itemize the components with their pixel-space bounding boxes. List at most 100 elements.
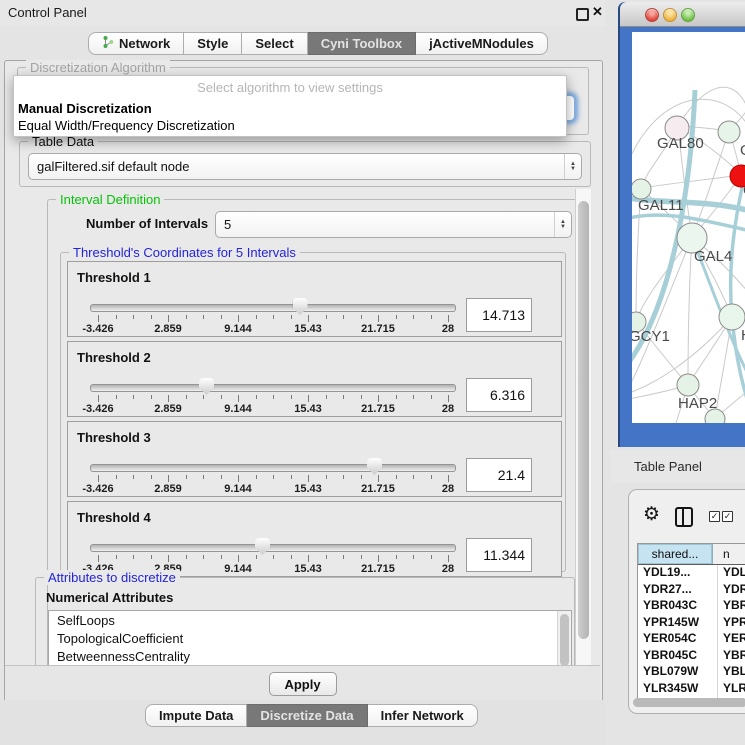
algorithm-option-equal-width-frequency-discretization[interactable]: Equal Width/Frequency Discretization bbox=[14, 117, 566, 134]
panel-scrollbar[interactable] bbox=[575, 189, 591, 665]
slider-thumb[interactable] bbox=[367, 458, 382, 475]
table-header-row: shared...n bbox=[638, 544, 745, 565]
tab-select[interactable]: Select bbox=[242, 32, 307, 55]
table-data-combobox[interactable]: galFiltered.sif default node ▲▼ bbox=[28, 153, 582, 180]
tab-impute-data[interactable]: Impute Data bbox=[145, 704, 247, 727]
cell-name[interactable]: YLR3 bbox=[718, 681, 745, 698]
tick-mark bbox=[116, 555, 117, 559]
tick-label: 2.859 bbox=[154, 483, 182, 495]
table-row[interactable]: YBL079WYBL0 bbox=[638, 664, 745, 681]
cell-name[interactable]: YBR0 bbox=[718, 648, 745, 665]
network-edge[interactable] bbox=[641, 175, 741, 188]
threshold-label: Threshold 1 bbox=[77, 270, 151, 285]
column-header-n[interactable]: n bbox=[713, 544, 745, 564]
scrollbar-thumb[interactable] bbox=[560, 614, 569, 665]
network-node[interactable] bbox=[677, 374, 699, 396]
cell-name[interactable]: YER0 bbox=[718, 631, 745, 648]
table-row[interactable]: YDR27...YDR2 bbox=[638, 582, 745, 599]
cell-shared-name[interactable]: YER054C bbox=[638, 631, 718, 648]
tick-mark bbox=[326, 315, 327, 319]
cell-name[interactable]: YDR2 bbox=[718, 582, 745, 599]
cell-shared-name[interactable]: YPR145W bbox=[638, 615, 718, 632]
float-window-icon[interactable] bbox=[576, 8, 589, 21]
tab-jactivemnodules[interactable]: jActiveMNodules bbox=[416, 32, 548, 55]
network-window-titlebar[interactable] bbox=[620, 2, 745, 27]
scrollbar-thumb[interactable] bbox=[578, 201, 589, 639]
tick-mark bbox=[448, 395, 449, 402]
zoom-traffic-light-icon[interactable] bbox=[681, 8, 695, 22]
tick-label: 28 bbox=[442, 563, 454, 575]
cell-shared-name[interactable]: YLR345W bbox=[638, 681, 718, 698]
table-panel-title: Table Panel bbox=[634, 459, 702, 474]
threshold-value-field[interactable]: 6.316 bbox=[466, 378, 532, 412]
network-edge[interactable] bbox=[632, 237, 692, 387]
attribute-item-topologicalcoefficient[interactable]: TopologicalCoefficient bbox=[49, 629, 571, 647]
cell-name[interactable]: YPR1 bbox=[718, 615, 745, 632]
cell-shared-name[interactable]: YBL079W bbox=[638, 664, 718, 681]
attribute-item-betweennesscentrality[interactable]: BetweennessCentrality bbox=[49, 647, 571, 665]
checkbox-icon[interactable]: ✓ bbox=[709, 511, 720, 522]
tab-discretize-data[interactable]: Discretize Data bbox=[247, 704, 367, 727]
apply-button[interactable]: Apply bbox=[269, 672, 337, 696]
tab-cyni-toolbox[interactable]: Cyni Toolbox bbox=[308, 32, 416, 55]
cell-name[interactable]: YDL1 bbox=[718, 565, 745, 582]
table-row[interactable]: YER054CYER0 bbox=[638, 631, 745, 648]
column-header-shared-[interactable]: shared... bbox=[638, 544, 713, 564]
close-traffic-light-icon[interactable] bbox=[645, 8, 659, 22]
network-edge[interactable] bbox=[688, 237, 692, 385]
network-node[interactable] bbox=[632, 179, 651, 199]
table-horizontal-scrollbar[interactable] bbox=[633, 698, 745, 707]
threshold-value-field[interactable]: 21.4 bbox=[466, 458, 532, 492]
tick-label: 2.859 bbox=[154, 403, 182, 415]
threshold-slider[interactable]: -3.4262.8599.14415.4321.71528 bbox=[90, 536, 456, 574]
table-row[interactable]: YBR043CYBR0 bbox=[638, 598, 745, 615]
table-row[interactable]: YLR345WYLR3 bbox=[638, 681, 745, 698]
split-columns-icon[interactable] bbox=[675, 507, 693, 527]
network-canvas[interactable]: GAL80G.CGAL11GAL4GCY1HHAP2 bbox=[632, 32, 745, 423]
cell-shared-name[interactable]: YBR043C bbox=[638, 598, 718, 615]
tick-mark bbox=[151, 555, 152, 559]
tick-mark bbox=[168, 475, 169, 482]
cell-shared-name[interactable]: YBR045C bbox=[638, 648, 718, 665]
cell-shared-name[interactable]: YDR27... bbox=[638, 582, 718, 599]
threshold-slider[interactable]: -3.4262.8599.14415.4321.71528 bbox=[90, 296, 456, 334]
tick-label: -3.426 bbox=[82, 323, 113, 335]
tick-mark bbox=[378, 315, 379, 322]
gear-icon[interactable]: ⚙ bbox=[643, 503, 660, 526]
table-row[interactable]: YPR145WYPR1 bbox=[638, 615, 745, 632]
stepper-icon[interactable]: ▲▼ bbox=[554, 212, 571, 237]
attribute-item-selfloops[interactable]: SelfLoops bbox=[49, 611, 571, 629]
tab-label: Cyni Toolbox bbox=[321, 36, 402, 51]
cell-name[interactable]: YBL0 bbox=[718, 664, 745, 681]
table-row[interactable]: YBR045CYBR0 bbox=[638, 648, 745, 665]
close-icon[interactable]: ✕ bbox=[592, 4, 603, 20]
slider-thumb[interactable] bbox=[255, 538, 270, 555]
tick-mark bbox=[221, 555, 222, 559]
threshold-value-field[interactable]: 11.344 bbox=[466, 538, 532, 572]
threshold-value-field[interactable]: 14.713 bbox=[466, 298, 532, 332]
tab-network[interactable]: Network bbox=[88, 32, 184, 55]
tick-label: 9.144 bbox=[224, 483, 252, 495]
number-of-intervals-combobox[interactable]: 5 ▲▼ bbox=[215, 211, 572, 238]
list-scrollbar[interactable] bbox=[557, 611, 571, 665]
checkbox-icon[interactable]: ✓ bbox=[722, 511, 733, 522]
cell-name[interactable]: YBR0 bbox=[718, 598, 745, 615]
table-row[interactable]: YDL19...YDL1 bbox=[638, 565, 745, 582]
network-edge[interactable] bbox=[678, 87, 745, 126]
slider-thumb[interactable] bbox=[199, 378, 214, 395]
numerical-attributes-list[interactable]: SelfLoopsTopologicalCoefficientBetweenne… bbox=[48, 610, 572, 665]
algorithm-option-manual-discretization[interactable]: Manual Discretization bbox=[14, 100, 566, 117]
tick-mark bbox=[378, 555, 379, 562]
slider-thumb[interactable] bbox=[293, 298, 308, 315]
minimize-traffic-light-icon[interactable] bbox=[663, 8, 677, 22]
tab-style[interactable]: Style bbox=[184, 32, 242, 55]
tick-mark bbox=[396, 395, 397, 399]
tick-mark bbox=[133, 315, 134, 319]
stepper-icon[interactable]: ▲▼ bbox=[564, 154, 581, 179]
threshold-slider[interactable]: -3.4262.8599.14415.4321.71528 bbox=[90, 376, 456, 414]
algorithm-prompt-item[interactable]: Select algorithm to view settings bbox=[14, 76, 566, 100]
threshold-slider[interactable]: -3.4262.8599.14415.4321.71528 bbox=[90, 456, 456, 494]
cell-shared-name[interactable]: YDL19... bbox=[638, 565, 718, 582]
tab-infer-network[interactable]: Infer Network bbox=[368, 704, 478, 727]
network-node[interactable] bbox=[718, 121, 740, 143]
